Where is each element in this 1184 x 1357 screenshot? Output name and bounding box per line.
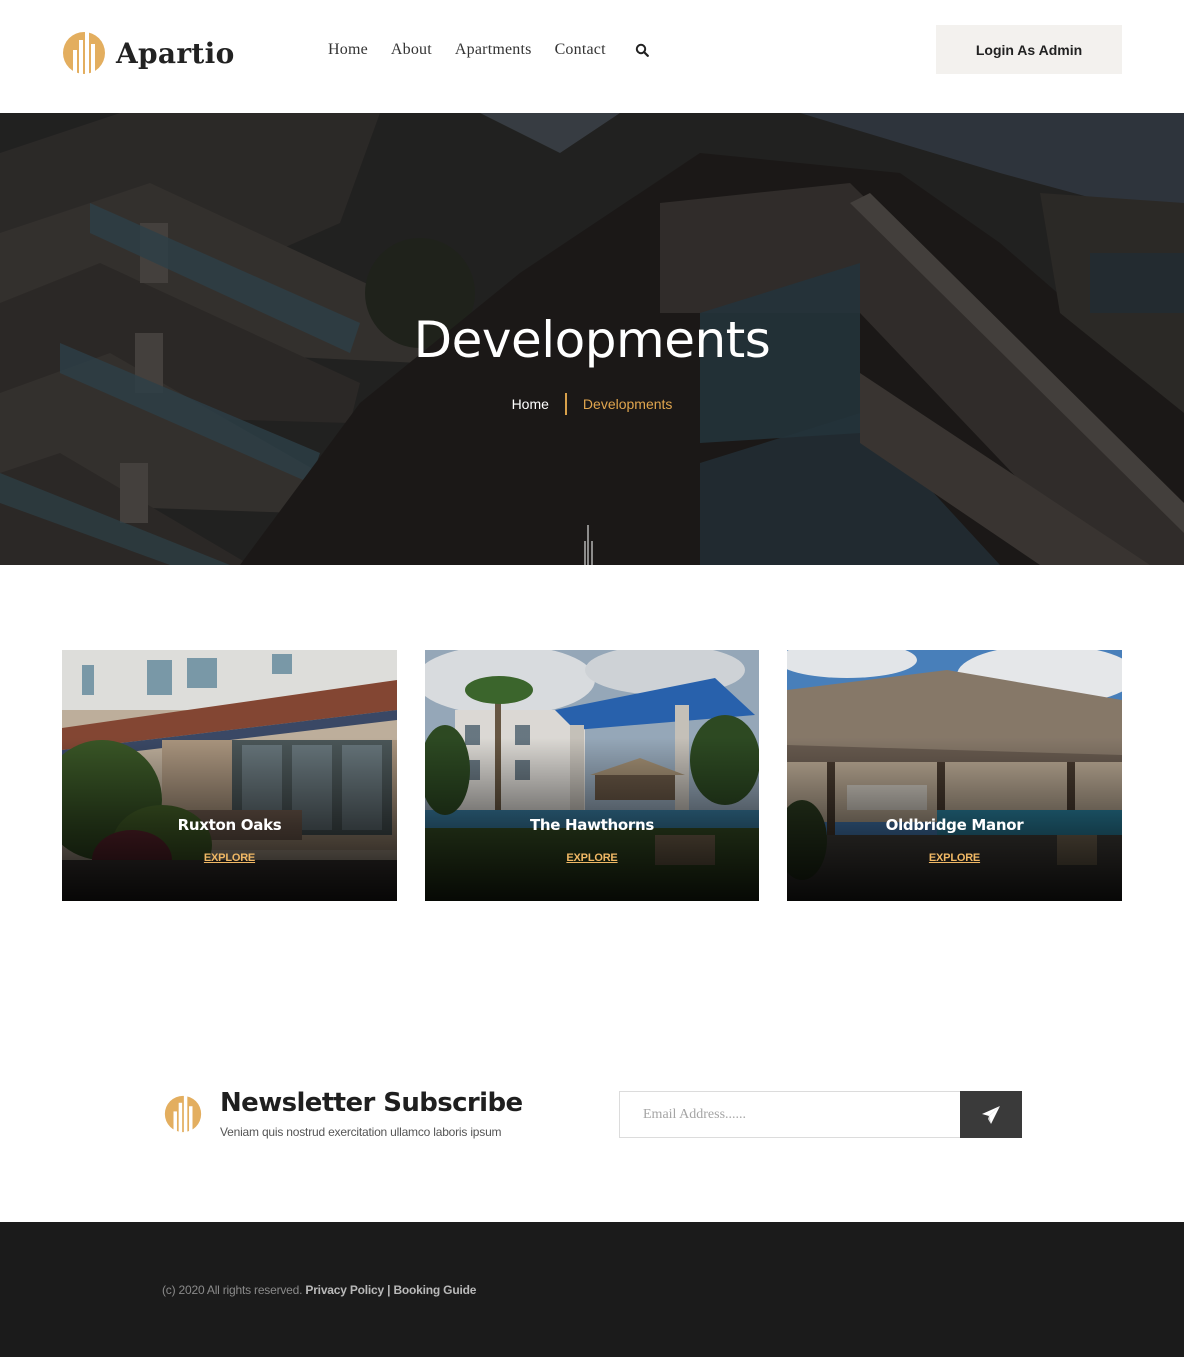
login-admin-button[interactable]: Login As Admin (936, 25, 1122, 74)
booking-guide-link[interactable]: Booking Guide (393, 1283, 476, 1297)
scroll-down-icon[interactable] (583, 525, 595, 565)
breadcrumb-current: Developments (582, 396, 673, 412)
breadcrumb-home[interactable]: Home (512, 396, 549, 412)
explore-link[interactable]: EXPLORE (787, 852, 1122, 864)
footer-copyright: (c) 2020 All rights reserved. Privacy Po… (162, 1283, 476, 1297)
card-title: Oldbridge Manor (885, 816, 1024, 834)
brand-logo[interactable]: Apartio (62, 28, 235, 78)
explore-link[interactable]: EXPLORE (425, 852, 759, 864)
logo-mark-icon (63, 32, 105, 76)
newsletter-title: Newsletter Subscribe (220, 1088, 523, 1118)
explore-link[interactable]: EXPLORE (62, 852, 397, 864)
development-card[interactable]: Ruxton Oaks EXPLORE (62, 650, 397, 901)
site-footer: (c) 2020 All rights reserved. Privacy Po… (0, 1222, 1184, 1357)
nav-home[interactable]: Home (328, 41, 368, 59)
card-title: Ruxton Oaks (177, 816, 282, 834)
site-header: Apartio Home About Apartments Contact Lo… (0, 0, 1184, 113)
card-title: The Hawthorns (529, 816, 655, 834)
breadcrumb-separator (564, 393, 567, 415)
newsletter-logo-icon (164, 1095, 202, 1134)
email-input[interactable] (619, 1091, 961, 1138)
page-title: Developments (413, 311, 771, 369)
main-nav: Home About Apartments Contact (328, 41, 649, 59)
privacy-policy-link[interactable]: Privacy Policy (305, 1283, 384, 1297)
development-card[interactable]: The Hawthorns EXPLORE (425, 650, 759, 901)
newsletter-subtitle: Veniam quis nostrud exercitation ullamco… (220, 1125, 502, 1139)
send-icon (982, 1105, 1000, 1124)
development-card[interactable]: Oldbridge Manor EXPLORE (787, 650, 1122, 901)
nav-apartments[interactable]: Apartments (455, 41, 532, 59)
hero-banner: Developments Home Developments (0, 113, 1184, 565)
nav-contact[interactable]: Contact (555, 41, 606, 59)
nav-about[interactable]: About (391, 41, 432, 59)
breadcrumb: Home Developments (0, 393, 1184, 415)
search-icon[interactable] (635, 43, 649, 57)
footer-separator: | (387, 1283, 391, 1297)
copyright-text: (c) 2020 All rights reserved. (162, 1283, 303, 1297)
brand-name: Apartio (116, 36, 235, 70)
newsletter-section: Newsletter Subscribe Veniam quis nostrud… (164, 1087, 1024, 1141)
subscribe-button[interactable] (960, 1091, 1022, 1138)
developments-grid: Ruxton Oaks EXPLORE The Hawthorns EXPLOR… (62, 650, 1122, 901)
